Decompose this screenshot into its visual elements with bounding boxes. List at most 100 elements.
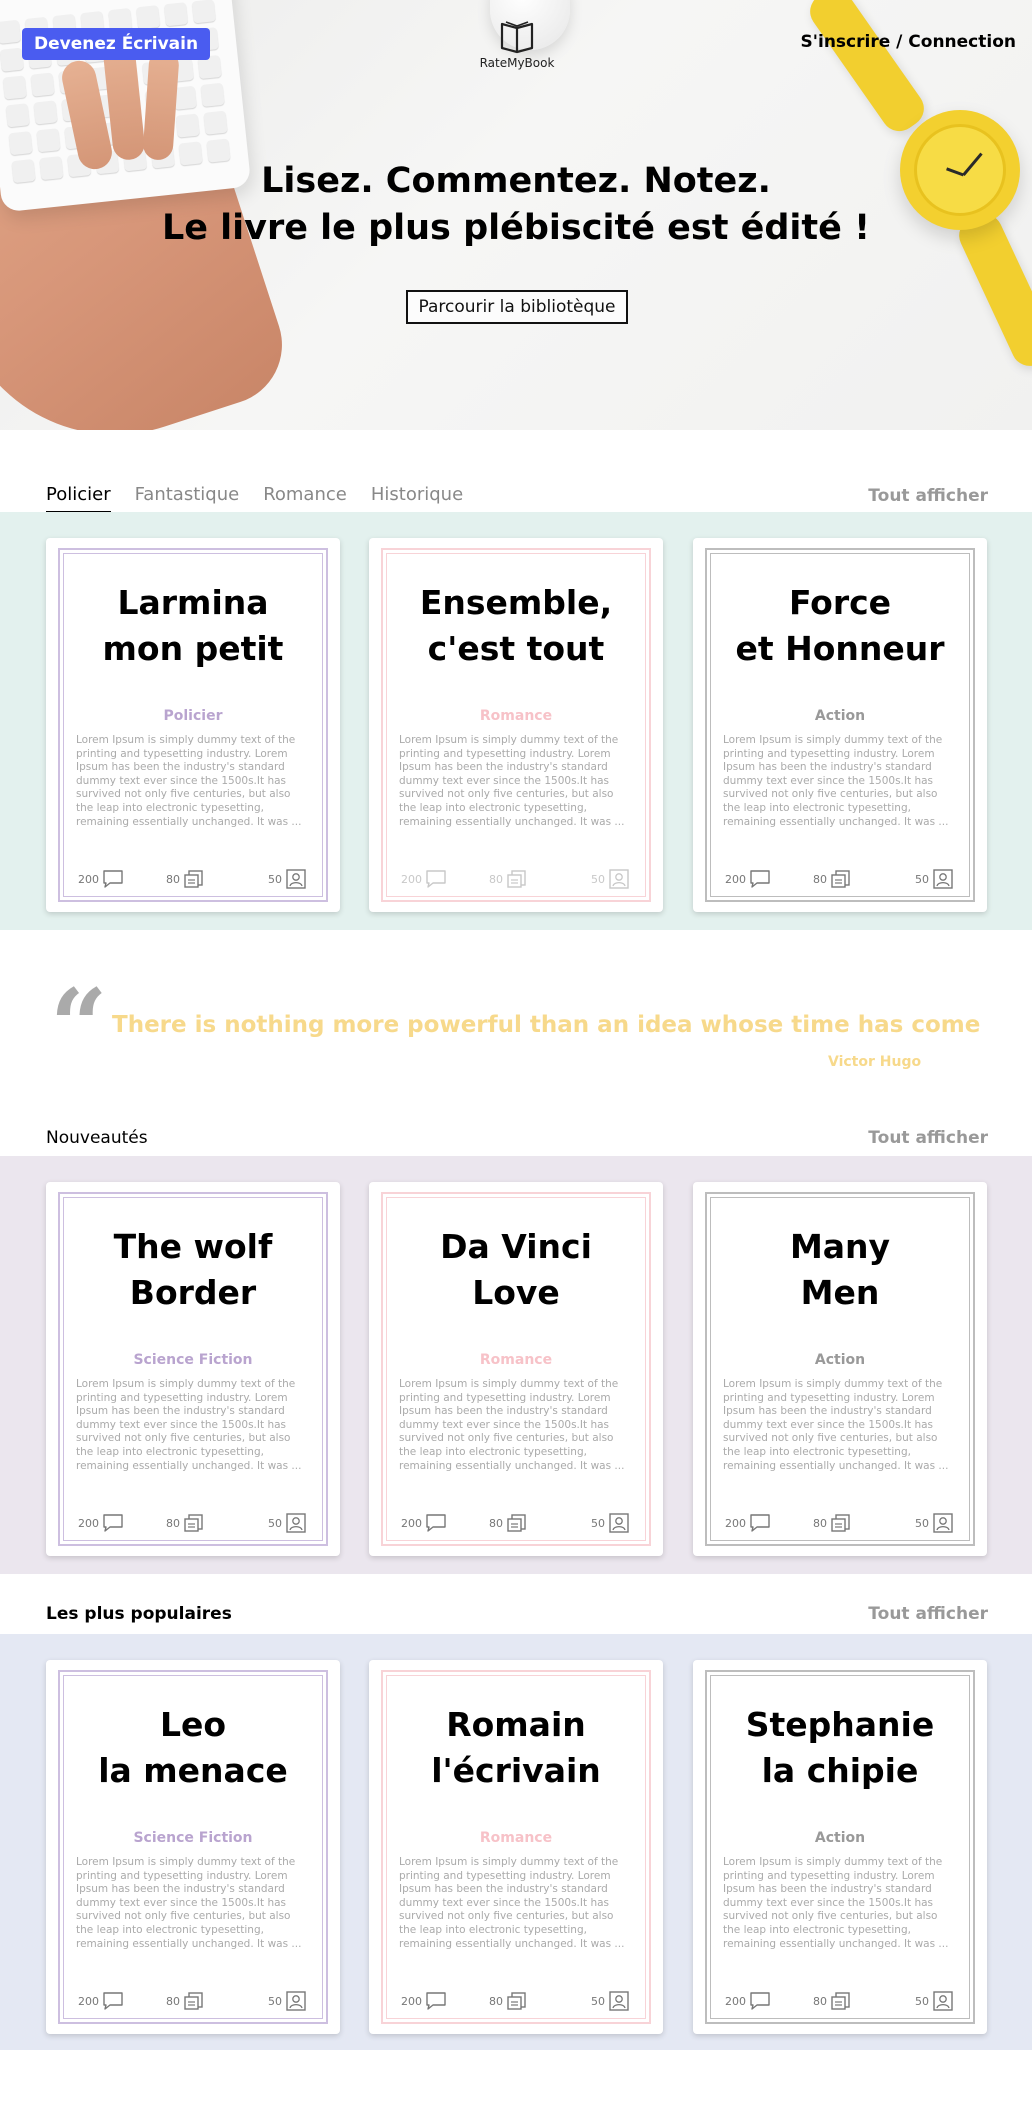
book-title-line2: mon petit [102,629,284,668]
book-card[interactable]: Leo la menace Science Fiction Lorem Ipsum i… [46,1660,340,2034]
book-description: Lorem Ipsum is simply dummy text of the … [723,734,949,828]
quote-icon: “ [50,967,108,1085]
reviews-stat[interactable]: 80 [813,868,852,890]
book-card[interactable]: Da Vinci Love Romance Lorem Ipsum is simply… [369,1182,663,1556]
comments-stat[interactable]: 200 [401,1512,447,1534]
comments-count: 200 [725,872,746,886]
become-writer-button[interactable]: Devenez Écrivain [22,28,211,60]
reviews-stat[interactable]: 80 [166,868,205,890]
reviews-stat[interactable]: 80 [166,1990,205,2012]
site-logo[interactable]: RateMyBook [462,16,572,70]
browse-library-button[interactable]: Parcourir la bibliotèque [406,290,628,324]
tab-romance[interactable]: Romance [263,484,347,511]
book-stats: 200 80 50 [401,1990,633,2012]
tab-fantastique[interactable]: Fantastique [135,484,240,511]
keyboard-key [5,103,30,128]
readers-count: 50 [915,1994,929,2008]
popular-band: Leo la menace Science Fiction Lorem Ipsum i… [0,1634,1032,2050]
book-title-line2: l'écrivain [431,1751,601,1790]
readers-count: 50 [915,872,929,886]
book-title-line2: Border [129,1273,257,1312]
book-title-line1: Stephanie [745,1705,935,1744]
reader-icon [933,869,953,889]
reviews-stat[interactable]: 80 [813,1990,852,2012]
comment-icon [750,1514,770,1532]
readers-count: 50 [591,1994,605,2008]
book-card[interactable]: Larmina mon petit Policier Lorem Ipsum is s… [46,538,340,912]
readers-stat[interactable]: 50 [268,1512,307,1534]
comment-icon [426,1514,446,1532]
see-all-categories-link[interactable]: Tout afficher [868,486,988,506]
book-description: Lorem Ipsum is simply dummy text of the … [399,1856,625,1950]
book-stats: 200 80 50 [725,1512,957,1534]
book-title-line1: The wolf [113,1227,273,1266]
reviews-count: 80 [166,872,180,886]
readers-count: 50 [591,872,605,886]
keyboard-key [36,128,61,153]
book-stats: 200 80 50 [401,868,633,890]
comments-stat[interactable]: 200 [78,1990,124,2012]
comments-stat[interactable]: 200 [725,1990,771,2012]
book-title-line2: Love [472,1273,560,1312]
hero-watch-strap [803,0,931,139]
readers-count: 50 [268,872,282,886]
reviews-stat[interactable]: 80 [166,1512,205,1534]
comments-stat[interactable]: 200 [725,868,771,890]
book-card[interactable]: Force et Honneur Action Lorem Ipsum is simp… [693,538,987,912]
reviews-stat[interactable]: 80 [489,868,528,890]
readers-stat[interactable]: 50 [591,1990,630,2012]
book-card[interactable]: Many Men Action Lorem Ipsum is simply dummy… [693,1182,987,1556]
reviews-count: 80 [489,872,503,886]
comments-stat[interactable]: 200 [401,868,447,890]
tab-historique[interactable]: Historique [371,484,463,511]
reviews-stat[interactable]: 80 [489,1990,528,2012]
book-genre: Science Fiction [133,1830,253,1846]
comment-icon [750,870,770,888]
book-title-line1: Leo [159,1705,227,1744]
see-all-popular-link[interactable]: Tout afficher [868,1604,988,1624]
book-description: Lorem Ipsum is simply dummy text of the … [723,1378,949,1472]
book-card[interactable]: The wolf Border Science Fiction Lorem Ipsum… [46,1182,340,1556]
keyboard-key [203,110,228,135]
reviews-stat[interactable]: 80 [489,1512,528,1534]
readers-stat[interactable]: 50 [591,1512,630,1534]
book-title: Romain l'écrivain [369,1702,663,1794]
book-card[interactable]: Ensemble, c'est tout Romance Lorem Ipsum is… [369,538,663,912]
signin-link[interactable]: S'inscrire / Connection [801,32,1016,52]
tab-policier[interactable]: Policier [46,484,111,513]
comments-stat[interactable]: 200 [725,1512,771,1534]
reviews-stat[interactable]: 80 [813,1512,852,1534]
reviews-count: 80 [813,1516,827,1530]
quote-author: Victor Hugo [828,1054,922,1070]
book-title: Stephanie la chipie [693,1702,987,1794]
book-title: Many Men [693,1224,987,1316]
comments-count: 200 [78,1994,99,2008]
keyboard-key [191,0,216,24]
comment-icon [103,1514,123,1532]
reviews-count: 80 [813,872,827,886]
comments-stat[interactable]: 200 [401,1990,447,2012]
book-card[interactable]: Stephanie la chipie Action Lorem Ipsum is s… [693,1660,987,2034]
see-all-new-releases-link[interactable]: Tout afficher [868,1128,988,1148]
new-releases-band: The wolf Border Science Fiction Lorem Ipsum… [0,1156,1032,1574]
comment-icon [426,870,446,888]
comments-count: 200 [401,872,422,886]
reviews-count: 80 [489,1516,503,1530]
book-genre: Action [814,1352,866,1368]
reviews-count: 80 [489,1994,503,2008]
readers-stat[interactable]: 50 [591,868,630,890]
readers-stat[interactable]: 50 [915,868,954,890]
popular-title: Les plus populaires [46,1604,232,1624]
comments-stat[interactable]: 200 [78,1512,124,1534]
book-title-line2: c'est tout [427,629,605,668]
book-card[interactable]: Romain l'écrivain Romance Lorem Ipsum is si… [369,1660,663,2034]
book-stats: 200 80 50 [401,1512,633,1534]
readers-stat[interactable]: 50 [268,868,307,890]
readers-stat[interactable]: 50 [268,1990,307,2012]
readers-stat[interactable]: 50 [915,1990,954,2012]
comments-stat[interactable]: 200 [78,868,124,890]
category-tabs: Policier Fantastique Romance Historique [46,484,487,513]
readers-stat[interactable]: 50 [915,1512,954,1534]
reader-icon [933,1991,953,2011]
book-title-line2: la menace [98,1751,288,1790]
